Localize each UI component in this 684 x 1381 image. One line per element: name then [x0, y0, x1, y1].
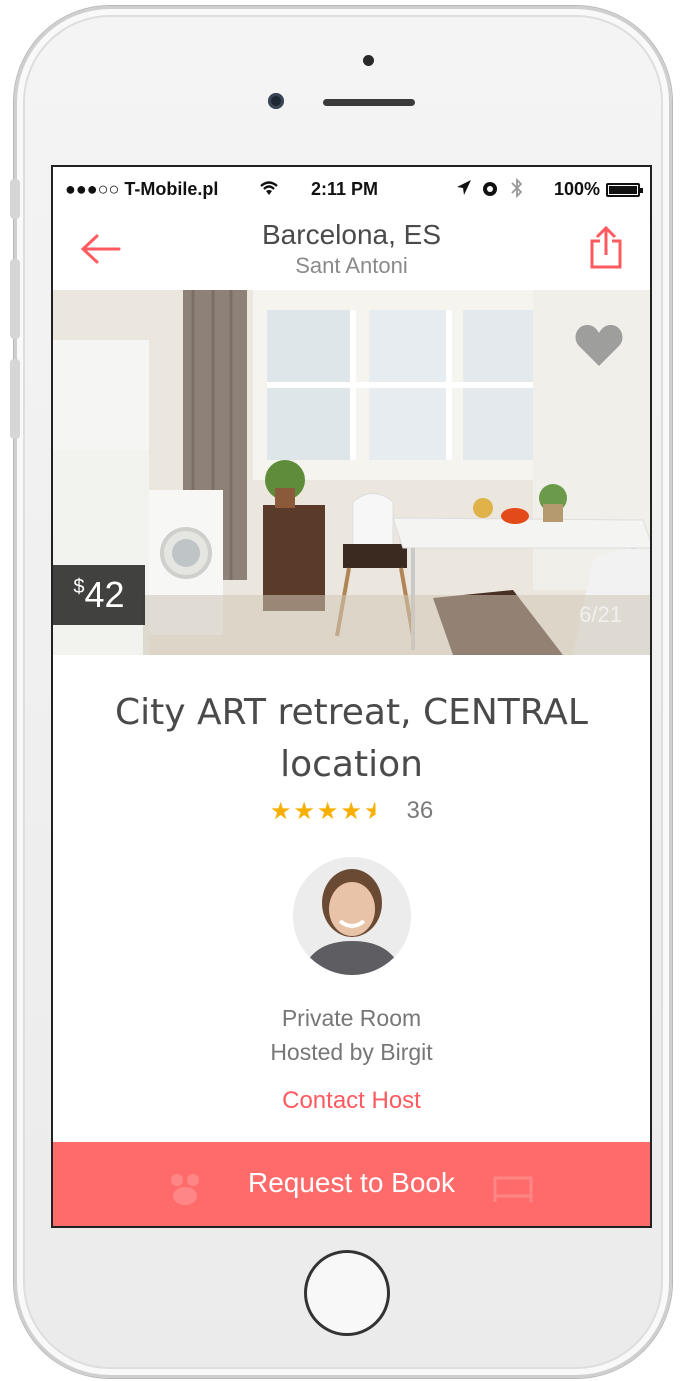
star-icon: ★ — [340, 797, 364, 825]
page-title: Barcelona, ES — [262, 219, 441, 250]
bluetooth-icon — [510, 177, 524, 204]
room-type: Private Room — [281, 1005, 422, 1031]
bed-icon — [491, 1158, 535, 1226]
volume-down-button — [10, 359, 20, 439]
carrier-label: ●●●○○ T-Mobile.pl — [65, 179, 219, 199]
home-button[interactable] — [304, 1250, 390, 1336]
paw-icon — [165, 1158, 205, 1226]
heart-icon[interactable] — [574, 322, 624, 368]
front-camera — [268, 93, 284, 109]
nav-bar: Barcelona, ES Sant Antoni — [53, 211, 650, 289]
share-icon[interactable] — [586, 225, 626, 271]
star-icon: ★ — [316, 797, 341, 825]
status-bar: ●●●○○ T-Mobile.pl 2:11 PM 100% — [53, 167, 650, 211]
review-count: 36 — [406, 797, 434, 824]
host-avatar[interactable] — [293, 857, 411, 975]
app-screen: ●●●○○ T-Mobile.pl 2:11 PM 100% Barcelona… — [51, 165, 652, 1228]
battery-icon — [606, 183, 643, 197]
book-button-label: Request to Book — [247, 1167, 456, 1198]
battery-percent: 100% — [553, 179, 600, 199]
page-subtitle: Sant Antoni — [295, 253, 408, 278]
proximity-sensor — [363, 55, 374, 66]
mute-switch — [10, 179, 20, 219]
rating-row[interactable]: ★★★★★ 36 — [53, 797, 650, 825]
price-amount: 42 — [84, 574, 125, 615]
listing-title: City ART retreat, CENTRAL location — [115, 692, 588, 785]
star-icon: ★ — [293, 797, 317, 825]
rating-stars: ★★★★★ — [270, 797, 388, 825]
volume-up-button — [10, 259, 20, 339]
request-to-book-button[interactable]: Request to Book — [53, 1142, 650, 1226]
clock: 2:11 PM — [311, 179, 379, 199]
wifi-icon — [257, 177, 281, 202]
hosted-by: Hosted by Birgit — [270, 1039, 433, 1065]
location-icon — [456, 179, 472, 202]
price-currency: $ — [73, 576, 85, 598]
earpiece — [323, 99, 415, 106]
star-half-icon: ★ — [363, 797, 388, 825]
listing-photo[interactable]: $42 6/21 — [53, 290, 650, 655]
contact-host-link[interactable]: Contact Host — [53, 1087, 650, 1115]
photo-counter: 6/21 — [579, 602, 622, 627]
price-tag: $42 — [53, 565, 145, 625]
alarm-icon — [480, 178, 500, 203]
star-icon: ★ — [269, 797, 294, 825]
